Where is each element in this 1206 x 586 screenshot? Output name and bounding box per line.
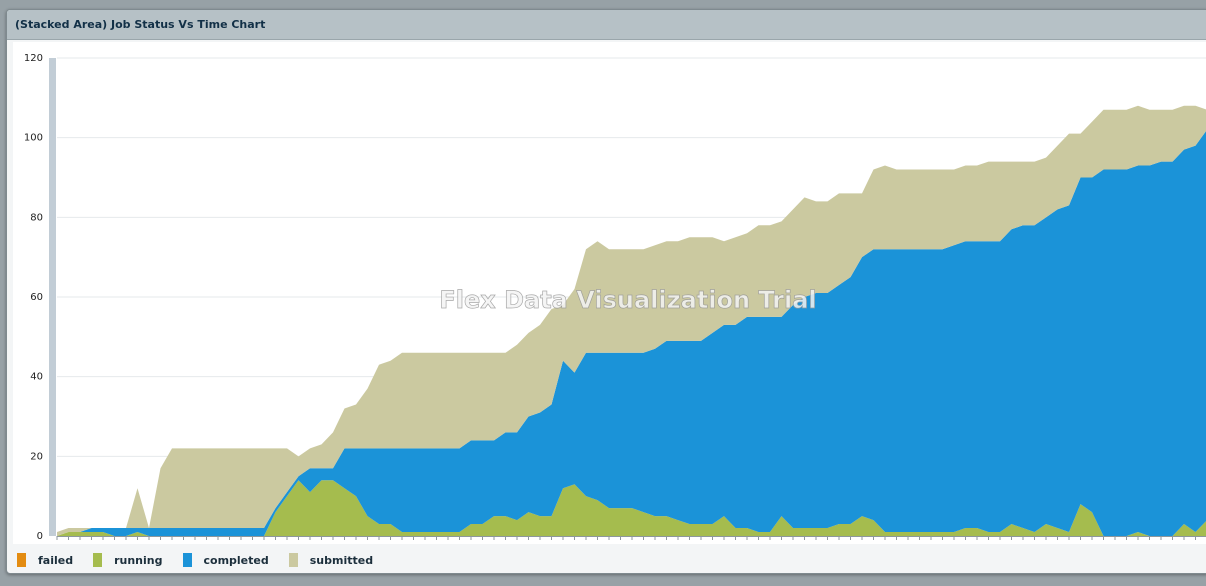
y-tick-label-20: 20: [30, 451, 43, 462]
legend-label-running: running: [114, 553, 163, 567]
y-axis: [49, 58, 56, 536]
y-tick-label-120: 120: [24, 53, 43, 64]
legend: failed running completed submitted: [17, 550, 393, 570]
legend-label-failed: failed: [38, 553, 74, 567]
y-tick-label-100: 100: [24, 133, 43, 144]
legend-swatch-completed: [182, 553, 192, 567]
panel-title: (Stacked Area) Job Status Vs Time Chart: [15, 18, 266, 31]
chart-panel: (Stacked Area) Job Status Vs Time Chart …: [6, 9, 1206, 574]
legend-label-completed: completed: [203, 553, 269, 567]
panel-title-bar: (Stacked Area) Job Status Vs Time Chart: [7, 10, 1206, 40]
legend-item-completed[interactable]: completed: [182, 553, 269, 567]
y-tick-label-60: 60: [30, 292, 43, 303]
y-tick-label-40: 40: [30, 372, 43, 383]
legend-item-running[interactable]: running: [93, 553, 163, 567]
plot-area: 0 20 40 60 80 100 120 Flex Data Visualization T…: [13, 42, 1206, 544]
legend-item-failed[interactable]: failed: [17, 553, 73, 567]
legend-swatch-submitted: [288, 553, 298, 567]
legend-label-submitted: submitted: [309, 553, 374, 567]
stacked-area-chart: 0 20 40 60 80 100 120 Flex Data Visualization T…: [24, 53, 1206, 542]
legend-swatch-running: [93, 553, 103, 567]
y-tick-label-0: 0: [37, 531, 43, 542]
y-tick-label-80: 80: [30, 212, 43, 223]
legend-item-submitted[interactable]: submitted: [288, 553, 374, 567]
legend-swatch-failed: [17, 553, 26, 567]
trial-watermark: Flex Data Visualization Trial: [439, 286, 816, 314]
